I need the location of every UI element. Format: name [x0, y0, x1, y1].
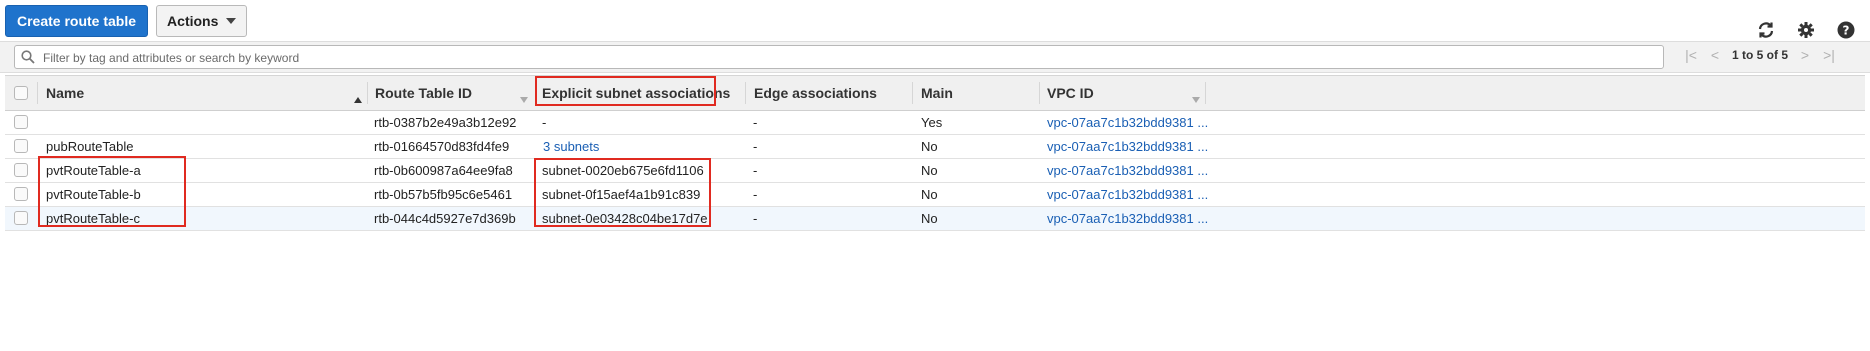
pagination: |< < 1 to 5 of 5 > >| — [1684, 47, 1836, 63]
main-value: No — [921, 187, 938, 202]
row-checkbox[interactable] — [14, 163, 28, 177]
column-divider — [745, 82, 746, 104]
route-table-id: rtb-0387b2e49a3b12e92 — [374, 115, 517, 130]
row-checkbox[interactable] — [14, 139, 28, 153]
sort-icon[interactable] — [1192, 90, 1200, 108]
vpc-id-link[interactable]: vpc-07aa7c1b32bdd9381 ... — [1047, 159, 1208, 182]
first-page-icon[interactable]: |< — [1684, 47, 1698, 63]
vpc-id-link[interactable]: vpc-07aa7c1b32bdd9381 ... — [1047, 207, 1208, 230]
column-divider — [37, 82, 38, 104]
search-icon — [21, 50, 35, 69]
edge-associations: - — [753, 163, 758, 178]
table-row[interactable]: pvtRouteTable-a rtb-0b600987a64ee9fa8 su… — [5, 159, 1865, 183]
actions-button[interactable]: Actions — [156, 5, 248, 37]
column-header-name[interactable]: Name — [46, 76, 84, 110]
main-value: No — [921, 163, 938, 178]
next-page-icon[interactable]: > — [1798, 47, 1812, 63]
column-header-main[interactable]: Main — [921, 76, 953, 110]
route-table-id: rtb-044c4d5927e7d369b — [374, 211, 516, 226]
column-header-edge-associations[interactable]: Edge associations — [754, 76, 877, 110]
table-row[interactable]: rtb-0387b2e49a3b12e92 - - Yes vpc-07aa7c… — [5, 111, 1865, 135]
toolbar: Create route table Actions — [5, 5, 248, 37]
main-value: Yes — [921, 115, 943, 130]
help-icon[interactable]: ? — [1836, 20, 1856, 40]
highlight-box — [535, 76, 716, 106]
search-box[interactable] — [14, 45, 1664, 70]
table-header: Name Route Table ID Explicit subnet asso… — [5, 75, 1865, 111]
column-header-vpc-id[interactable]: VPC ID — [1047, 76, 1094, 110]
main-value: No — [921, 139, 938, 154]
subnets-link[interactable]: 3 subnets — [543, 135, 599, 158]
actions-label: Actions — [167, 13, 219, 29]
search-input[interactable] — [41, 46, 1645, 70]
column-divider — [912, 82, 913, 104]
edge-associations: - — [753, 187, 758, 202]
highlight-box — [534, 158, 711, 227]
vpc-id-link[interactable]: vpc-07aa7c1b32bdd9381 ... — [1047, 135, 1208, 158]
refresh-icon[interactable] — [1756, 20, 1776, 40]
previous-page-icon[interactable]: < — [1708, 47, 1722, 63]
svg-text:?: ? — [1843, 24, 1850, 38]
highlight-box — [38, 156, 186, 227]
create-route-table-button[interactable]: Create route table — [5, 5, 149, 37]
sort-icon[interactable] — [520, 90, 528, 108]
row-checkbox[interactable] — [14, 187, 28, 201]
route-table-id: rtb-0b57b5fb95c6e5461 — [374, 187, 513, 202]
table-row[interactable]: pvtRouteTable-b rtb-0b57b5fb95c6e5461 su… — [5, 183, 1865, 207]
vpc-id-link[interactable]: vpc-07aa7c1b32bdd9381 ... — [1047, 183, 1208, 206]
route-table-id: rtb-01664570d83fd4fe9 — [374, 139, 510, 154]
edge-associations: - — [753, 139, 758, 154]
route-table-name: pubRouteTable — [46, 139, 134, 154]
gear-icon[interactable] — [1796, 20, 1816, 40]
route-table-id: rtb-0b600987a64ee9fa8 — [374, 163, 513, 178]
row-checkbox[interactable] — [14, 115, 28, 129]
select-all-checkbox[interactable] — [14, 86, 28, 100]
filter-bar: |< < 1 to 5 of 5 > >| — [0, 41, 1870, 73]
column-divider — [367, 82, 368, 104]
row-checkbox[interactable] — [14, 211, 28, 225]
main-value: No — [921, 211, 938, 226]
chevron-down-icon — [226, 18, 237, 24]
route-tables-table: Name Route Table ID Explicit subnet asso… — [5, 75, 1865, 231]
column-divider — [1039, 82, 1040, 104]
explicit-subnet-associations: - — [542, 115, 547, 130]
column-header-route-table-id[interactable]: Route Table ID — [375, 76, 472, 110]
edge-associations: - — [753, 115, 758, 130]
edge-associations: - — [753, 211, 758, 226]
table-row[interactable]: pvtRouteTable-c rtb-044c4d5927e7d369b su… — [5, 207, 1865, 231]
sort-ascending-icon[interactable] — [354, 90, 362, 108]
top-icon-group: ? — [1756, 20, 1856, 40]
table-row[interactable]: pubRouteTable rtb-01664570d83fd4fe9 3 su… — [5, 135, 1865, 159]
last-page-icon[interactable]: >| — [1822, 47, 1836, 63]
vpc-id-link[interactable]: vpc-07aa7c1b32bdd9381 ... — [1047, 111, 1208, 134]
pagination-label: 1 to 5 of 5 — [1731, 48, 1788, 62]
column-divider — [1205, 82, 1206, 104]
